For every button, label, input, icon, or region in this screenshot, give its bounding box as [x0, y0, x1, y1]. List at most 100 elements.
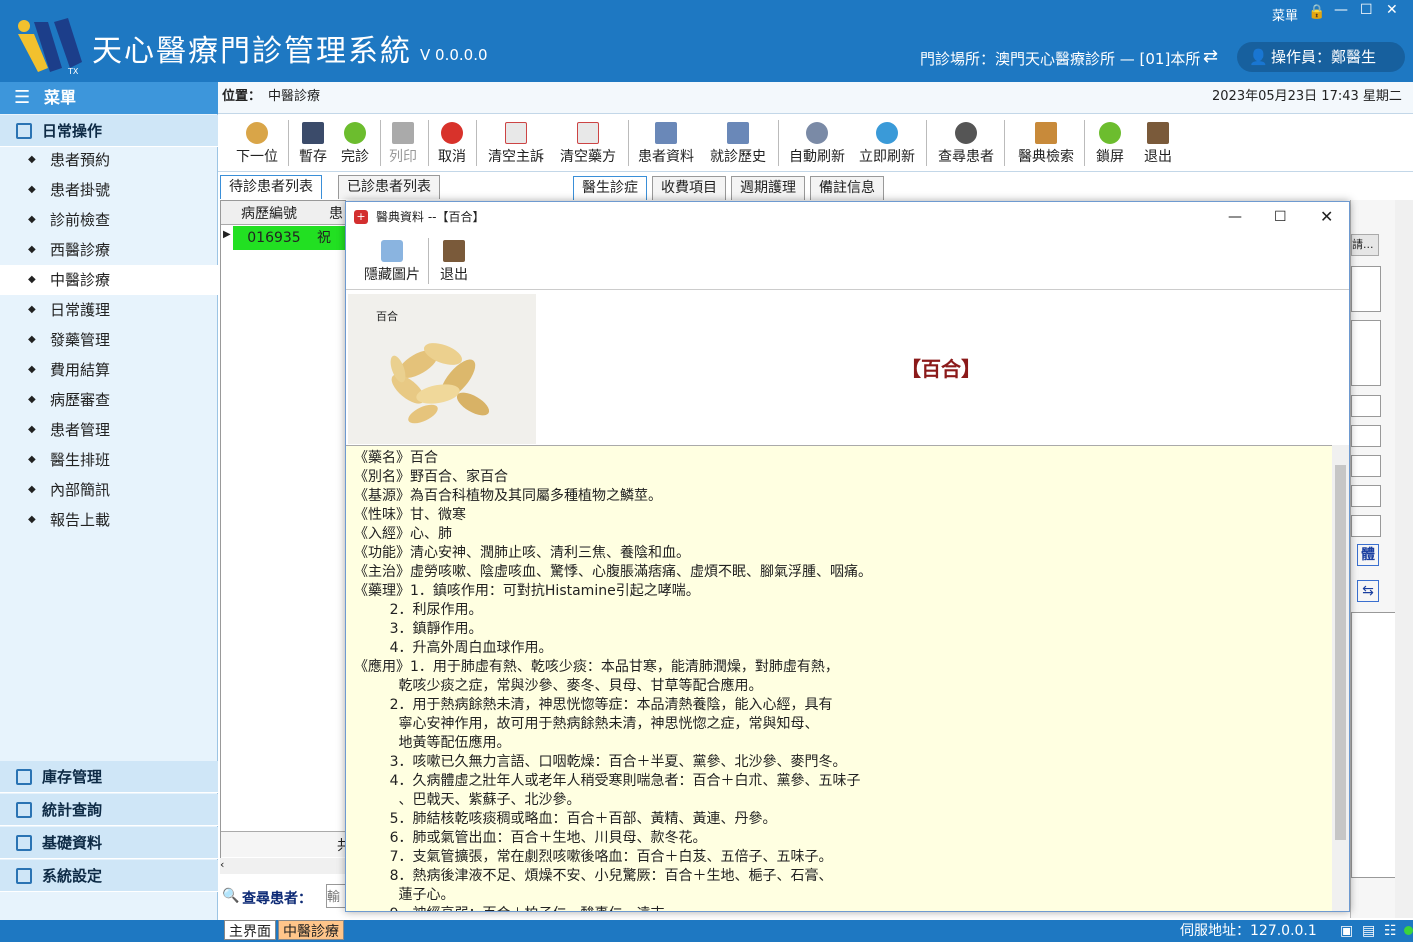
rp-field-5[interactable] [1351, 455, 1381, 477]
swap-icon[interactable]: ⇆ [1357, 580, 1379, 602]
section-statistics[interactable]: 統計查詢 [0, 794, 218, 826]
operator-badge[interactable]: 👤 操作員：鄭醫生 [1237, 42, 1405, 72]
rp-field-7[interactable] [1351, 515, 1381, 537]
rp-field-2[interactable] [1351, 320, 1381, 386]
save-draft-button[interactable]: 暫存 [294, 118, 332, 170]
sidebar-item-western[interactable]: 西醫診療 [0, 235, 218, 265]
search-icon: 🔍 [222, 888, 240, 904]
row-patient-name: 祝 [315, 226, 345, 250]
print-label: 列印 [389, 149, 417, 165]
lock-icon[interactable]: 🔒 [1308, 4, 1325, 20]
svg-text:百合: 百合 [376, 309, 398, 323]
close-icon[interactable]: ✕ [1386, 2, 1398, 18]
monitor-icon[interactable]: ▤ [1362, 920, 1375, 942]
sidebar-item-chinese[interactable]: 中醫診療 [0, 265, 218, 295]
complete-button[interactable]: 完診 [336, 118, 374, 170]
find-patient-label: 查尋患者 [938, 149, 994, 165]
section-settings[interactable]: 系統設定 [0, 860, 218, 892]
lock-screen-button[interactable]: 鎖屏 [1090, 118, 1130, 170]
dialog-exit-button[interactable]: 退出 [434, 236, 474, 288]
tab-diagnosis[interactable]: 醫生診症 [573, 176, 647, 200]
visit-history-button[interactable]: 就診歷史 [704, 118, 772, 170]
switch-icon[interactable]: ⇄ [1203, 46, 1218, 67]
refresh-now-label: 立即刷新 [859, 149, 915, 165]
dialog-maximize-icon[interactable]: ☐ [1274, 202, 1287, 232]
search-input[interactable] [326, 884, 346, 908]
app-title: 天心醫療門診管理系統 [92, 34, 412, 69]
find-patient-button[interactable]: 查尋患者 [932, 118, 1000, 170]
dialog-minimize-icon[interactable]: — [1228, 202, 1242, 232]
status-tab-chinese[interactable]: 中醫診療 [278, 920, 344, 940]
sidebar-item-dispensing[interactable]: 發藥管理 [0, 325, 218, 355]
cancel-button[interactable]: 取消 [432, 118, 472, 170]
tab-cycle-care[interactable]: 週期護理 [731, 176, 805, 200]
search-bar: 🔍 查尋患者： [222, 884, 346, 910]
section-base-data[interactable]: 基礎資料 [0, 827, 218, 859]
section-daily[interactable]: 日常操作 [0, 115, 218, 147]
table-row[interactable]: ▶ 016935 祝 [221, 226, 345, 250]
sidebar-item-reports[interactable]: 報告上載 [0, 505, 218, 535]
rp-field-3[interactable] [1351, 395, 1381, 417]
rp-field-1[interactable] [1351, 266, 1381, 312]
patient-info-button[interactable]: 患者資料 [632, 118, 700, 170]
clear-prescription-button[interactable]: 清空藥方 [554, 118, 622, 170]
clear-complaint-button[interactable]: 清空主訴 [482, 118, 550, 170]
print-button[interactable]: 列印 [384, 118, 422, 170]
menu-button[interactable]: 菜單 [1272, 5, 1298, 24]
exit-button[interactable]: 退出 [1138, 118, 1178, 170]
tab-waiting[interactable]: 待診患者列表 [220, 175, 322, 199]
next-button[interactable]: 下一位 [230, 118, 284, 170]
sidebar-item-billing[interactable]: 費用結算 [0, 355, 218, 385]
grid-hscroll[interactable]: ‹ [220, 858, 346, 874]
next-patient-icon [246, 122, 268, 144]
refresh-now-button[interactable]: 立即刷新 [854, 118, 920, 170]
complete-label: 完診 [341, 149, 369, 165]
tab-done[interactable]: 已診患者列表 [338, 175, 440, 199]
rp-field-6[interactable] [1351, 485, 1381, 507]
sidebar-item-nursing[interactable]: 日常護理 [0, 295, 218, 325]
chat-icon[interactable]: ▣ [1340, 920, 1353, 942]
breadcrumb-label: 位置： [222, 89, 262, 104]
cancel-icon [441, 122, 463, 144]
rp-field-4[interactable] [1351, 425, 1381, 447]
diagnosis-pane: 請... 體 ⇆ [1350, 200, 1413, 918]
sidebar-menu-header[interactable]: ☰ 菜單 [0, 82, 218, 114]
rp-scrollbar[interactable] [1395, 200, 1413, 918]
dialog-close-icon[interactable]: ✕ [1320, 202, 1333, 232]
section-inventory[interactable]: 庫存管理 [0, 761, 218, 793]
sidebar-item-schedule[interactable]: 醫生排班 [0, 445, 218, 475]
app-version: V 0.0.0.0 [420, 46, 488, 64]
rp-button[interactable]: 請... [1351, 234, 1379, 256]
sidebar-item-registration[interactable]: 患者掛號 [0, 175, 218, 205]
body-button[interactable]: 體 [1357, 544, 1379, 566]
medical-search-button[interactable]: 醫典檢索 [1012, 118, 1080, 170]
statistics-icon [16, 802, 32, 818]
tab-charges[interactable]: 收費項目 [652, 176, 726, 200]
sidebar-item-records[interactable]: 病歷審查 [0, 385, 218, 415]
col-patient: 患 [329, 206, 343, 222]
operator-name: 操作員：鄭醫生 [1271, 48, 1377, 66]
minimize-icon[interactable]: — [1334, 2, 1348, 18]
auto-refresh-button[interactable]: 自動刷新 [784, 118, 850, 170]
lock-screen-label: 鎖屏 [1096, 149, 1124, 165]
lily-bulb-photo: 百合 [348, 294, 536, 444]
herb-content-text[interactable]: 《藥名》百合 《別名》野百合、家百合 《基源》為百合科植物及其同屬多種植物之鱗莖… [346, 445, 1334, 911]
sidebar-item-precheck[interactable]: 診前檢查 [0, 205, 218, 235]
list-icon [16, 835, 32, 851]
hide-image-button[interactable]: 隱藏圖片 [356, 236, 428, 288]
tab-notes[interactable]: 備註信息 [810, 176, 884, 200]
section-daily-label: 日常操作 [42, 122, 103, 140]
cancel-label: 取消 [438, 149, 466, 165]
status-tab-main[interactable]: 主界面 [224, 920, 276, 940]
rp-field-8[interactable] [1351, 612, 1401, 878]
content-scrollbar[interactable] [1332, 445, 1349, 911]
dialog-exit-icon [443, 240, 465, 262]
sidebar-item-patients[interactable]: 患者管理 [0, 415, 218, 445]
herb-dialog: + 醫典資料 --【百合】 — ☐ ✕ 隱藏圖片 退出 百合 【百合】 《藥名》… [345, 201, 1350, 912]
sidebar-item-messages[interactable]: 內部簡訊 [0, 475, 218, 505]
scrollbar-thumb[interactable] [1335, 465, 1346, 840]
sidebar-item-appointment[interactable]: 患者預約 [0, 145, 218, 175]
maximize-icon[interactable]: ☐ [1360, 2, 1373, 18]
binoculars-icon [955, 122, 977, 144]
section-settings-label: 系統設定 [42, 867, 103, 885]
